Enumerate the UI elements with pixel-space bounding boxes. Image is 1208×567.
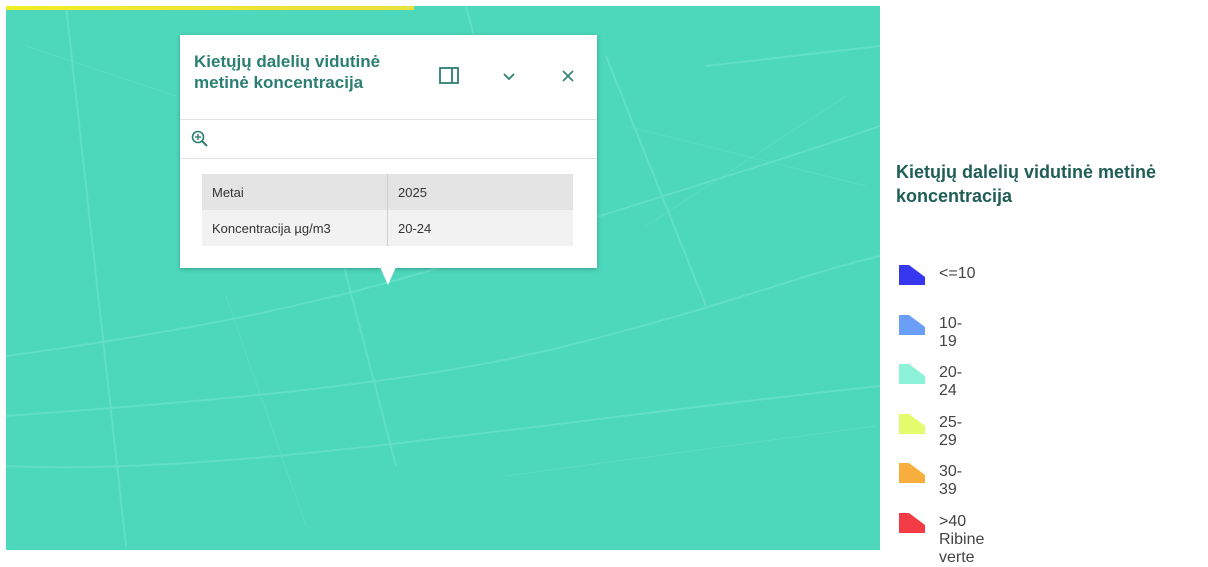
attribute-key: Metai xyxy=(202,174,388,210)
chevron-down-icon[interactable] xyxy=(498,65,520,87)
table-row: Metai 2025 xyxy=(202,174,573,210)
popup-title: Kietųjų dalelių vidutinė metinė koncentr… xyxy=(194,52,381,92)
legend-swatch-icon xyxy=(899,314,925,335)
popup-toolbar xyxy=(180,120,597,159)
legend-label: 25-29 xyxy=(939,413,963,449)
attribute-key: Koncentracija µg/m3 xyxy=(202,210,388,246)
feature-popup: Kietųjų dalelių vidutinė metinė koncentr… xyxy=(180,35,597,285)
popup-pointer xyxy=(380,267,396,285)
attribute-value: 20-24 xyxy=(387,210,573,246)
legend-label: 10-19 xyxy=(939,314,963,350)
legend-swatch-icon xyxy=(899,463,925,484)
legend-swatch-icon xyxy=(899,265,925,285)
zoom-to-icon[interactable] xyxy=(190,129,210,149)
popup-header: Kietųjų dalelių vidutinė metinė koncentr… xyxy=(180,35,597,120)
legend-label: >40 Ribine verte xyxy=(939,512,985,566)
loading-bar xyxy=(6,6,414,10)
map-view[interactable]: Kietųjų dalelių vidutinė metinė koncentr… xyxy=(6,6,880,550)
table-row: Koncentracija µg/m3 20-24 xyxy=(202,210,573,246)
legend-label: 20-24 xyxy=(939,364,963,400)
attribute-value: 2025 xyxy=(387,174,573,210)
legend-swatch-icon xyxy=(899,512,925,533)
attribute-table: Metai 2025 Koncentracija µg/m3 20-24 xyxy=(202,174,573,246)
map-legend: Kietųjų dalelių vidutinė metinė koncentr… xyxy=(896,160,1208,566)
legend-title: Kietųjų dalelių vidutinė metinė koncentr… xyxy=(896,162,1157,206)
close-icon[interactable] xyxy=(557,65,579,87)
legend-swatch-icon xyxy=(899,364,925,385)
legend-label: 30-39 xyxy=(939,463,963,499)
dock-panel-icon[interactable] xyxy=(438,65,460,87)
legend-label: <=10 xyxy=(939,265,976,282)
legend-swatch-icon xyxy=(899,413,925,434)
